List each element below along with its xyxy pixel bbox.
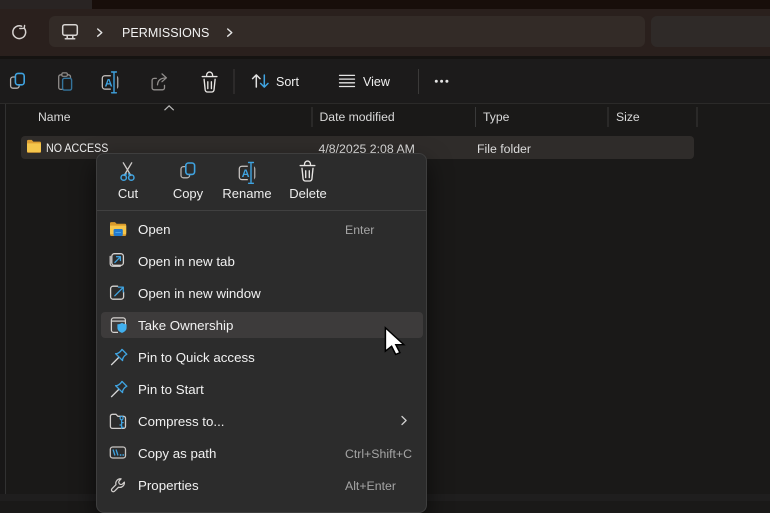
svg-text:A: A [242, 168, 250, 180]
